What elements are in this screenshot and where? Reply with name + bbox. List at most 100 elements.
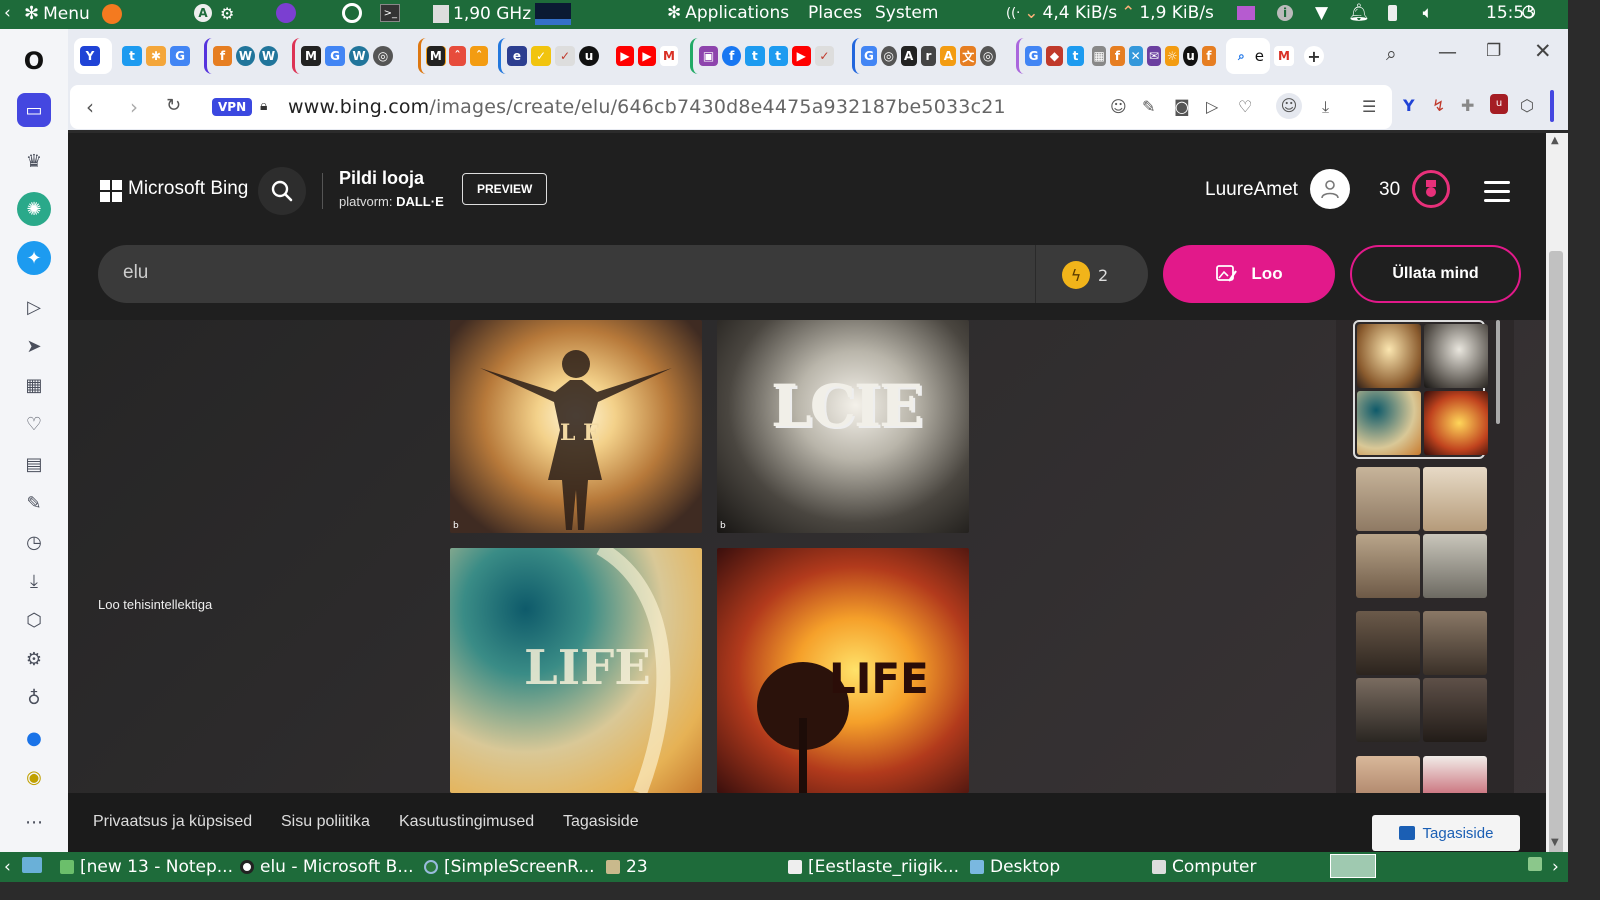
extension-cube-icon[interactable]: ⬡ bbox=[1520, 96, 1534, 115]
download-icon[interactable]: ⤓ bbox=[1322, 97, 1329, 117]
page-scrollbar[interactable]: ▲ ▼ bbox=[1546, 133, 1568, 871]
taskbar-item-recorder[interactable]: [SimpleScreenR... bbox=[424, 857, 595, 877]
network-applet[interactable]: ((· ⌄ 4,4 KiB/s ⌃ 1,9 KiB/s bbox=[1006, 3, 1214, 23]
extension-translate-icon[interactable]: ↯ bbox=[1432, 96, 1445, 115]
hamburger-menu-icon[interactable] bbox=[1484, 181, 1510, 208]
close-icon[interactable]: ✕ bbox=[1534, 39, 1552, 63]
create-button[interactable]: Loo bbox=[1163, 245, 1335, 303]
taskbar-item-desktop[interactable]: Desktop bbox=[970, 857, 1060, 877]
panel-launchers[interactable]: A ⚙ >_ bbox=[194, 3, 401, 23]
scroll-down-icon[interactable]: ▼ bbox=[1551, 837, 1559, 848]
header-search-button[interactable] bbox=[258, 167, 306, 215]
downloads-icon[interactable]: ⤓ bbox=[17, 564, 51, 598]
url-text[interactable]: www.bing.com/images/create/elu/646cb7430… bbox=[288, 96, 1006, 118]
tab-group-12[interactable]: ▦ f ✕ ✉ ☼ u f bbox=[1086, 38, 1222, 74]
snapshot-edit-icon[interactable]: ✎ bbox=[1142, 97, 1155, 116]
heart-icon[interactable]: ♡ bbox=[17, 407, 51, 441]
panel-left-arrow[interactable]: ‹ bbox=[4, 3, 11, 23]
lock-icon[interactable]: 🔒︎ bbox=[260, 98, 267, 114]
tab-group-9[interactable]: ▣ f t t ▶ ✓ bbox=[690, 38, 840, 74]
taskbar-item-computer[interactable]: Computer bbox=[1152, 857, 1257, 877]
tab-group-3[interactable]: f W W bbox=[204, 38, 284, 74]
taskbar-right-arrow[interactable]: › bbox=[1552, 857, 1559, 877]
wallet-icon[interactable]: ◉ bbox=[17, 760, 51, 794]
chat-bubble-icon[interactable]: ● bbox=[17, 721, 51, 755]
apps-grid-icon[interactable]: ▦ bbox=[17, 368, 51, 402]
prompt-input-box[interactable]: elu ϟ 2 bbox=[98, 245, 1148, 303]
generated-image-3[interactable]: LIFE bbox=[450, 548, 702, 793]
opera-logo-icon[interactable]: O bbox=[17, 44, 51, 78]
bookmark-heart-icon[interactable]: ♡ bbox=[1238, 97, 1252, 116]
brand-name[interactable]: Microsoft Bing bbox=[128, 178, 248, 200]
taskbar-item-browser[interactable]: elu - Microsoft B... bbox=[240, 857, 414, 877]
send-icon[interactable]: ➤ bbox=[17, 329, 51, 363]
profile-icon[interactable]: ☺ bbox=[1276, 93, 1302, 119]
terms-link[interactable]: Kasutustingimused bbox=[399, 813, 534, 831]
reader-icon[interactable]: ▭ bbox=[17, 93, 51, 127]
minimize-icon[interactable]: — bbox=[1438, 41, 1457, 63]
generated-image-4[interactable]: LIFE bbox=[717, 548, 969, 793]
system-menu[interactable]: System bbox=[875, 3, 938, 23]
feedback-link[interactable]: Tagasiside bbox=[563, 813, 639, 831]
rewards-medal-icon[interactable] bbox=[1412, 170, 1450, 208]
send-icon[interactable]: ▷ bbox=[1206, 97, 1218, 116]
prompt-input[interactable]: elu bbox=[123, 262, 148, 284]
cpu-freq-applet[interactable]: 1,90 GHz bbox=[433, 3, 572, 25]
taskbar-item-notepad[interactable]: [new 13 - Notep... bbox=[60, 857, 233, 877]
show-desktop-button[interactable] bbox=[22, 857, 42, 873]
tab-group-11[interactable]: G ◆ t bbox=[1016, 38, 1090, 74]
chatgpt-icon[interactable]: ✺ bbox=[17, 192, 51, 226]
back-icon[interactable]: ‹ bbox=[86, 95, 94, 119]
twitter-icon[interactable]: ✦ bbox=[17, 241, 51, 275]
username[interactable]: LuureAmet bbox=[1205, 179, 1298, 201]
tab-group-10[interactable]: G ◎ A r A 文 ◎ bbox=[852, 38, 1002, 74]
taskbar-item-document[interactable]: [Eestlaste_riigik... bbox=[788, 857, 959, 877]
privacy-link[interactable]: Privaatsus ja küpsised bbox=[93, 813, 252, 831]
feedback-button[interactable]: Tagasiside bbox=[1372, 815, 1520, 851]
tab-group-1[interactable]: Y bbox=[74, 38, 112, 74]
taskbar-left-arrow[interactable]: ‹ bbox=[4, 857, 11, 877]
extension-y-icon[interactable]: Y bbox=[1403, 96, 1415, 115]
extensions-cube-icon[interactable]: ⬡ bbox=[17, 603, 51, 637]
camera-icon[interactable]: ◙ bbox=[1174, 97, 1190, 116]
applications-menu[interactable]: ✻ Applications bbox=[667, 3, 789, 23]
ublock-icon[interactable]: u bbox=[1490, 94, 1508, 114]
microsoft-logo-icon[interactable] bbox=[100, 180, 122, 202]
content-policy-link[interactable]: Sisu poliitika bbox=[281, 813, 370, 831]
new-tab-button[interactable]: + bbox=[1298, 38, 1334, 74]
scroll-up-icon[interactable]: ▲ bbox=[1551, 135, 1559, 146]
emoji-icon[interactable]: ☺ bbox=[1110, 97, 1127, 116]
more-dots-icon[interactable]: ⋯ bbox=[17, 805, 51, 839]
tab-group-6[interactable]: M ˆ ˆ bbox=[418, 38, 494, 74]
history-item-selected[interactable] bbox=[1353, 320, 1488, 459]
extension-puzzle-icon[interactable]: ✚ bbox=[1461, 96, 1474, 115]
news-icon[interactable]: ▤ bbox=[17, 447, 51, 481]
vpn-badge[interactable]: VPN bbox=[212, 98, 253, 116]
taskbar-item-folder[interactable]: 23 bbox=[606, 857, 648, 877]
player-icon[interactable]: ▷ bbox=[17, 290, 51, 324]
trash-icon[interactable] bbox=[1528, 857, 1542, 871]
avatar[interactable] bbox=[1310, 169, 1350, 209]
power-button[interactable]: ⏻ bbox=[1522, 3, 1535, 23]
history-item[interactable] bbox=[1356, 467, 1488, 598]
url-field[interactable]: ‹ › ↻ VPN 🔒︎ www.bing.com/images/create/… bbox=[70, 85, 1392, 129]
tab-group-7[interactable]: e ✓ ✓ u bbox=[498, 38, 628, 74]
tray-icons[interactable]: i ▼ 🔔︎ 🔈︎ bbox=[1237, 3, 1433, 23]
history-scrollbar[interactable] bbox=[1496, 320, 1500, 424]
reload-icon[interactable]: ↻ bbox=[166, 95, 181, 116]
restore-icon[interactable]: ❐ bbox=[1486, 41, 1501, 61]
generated-image-2[interactable]: LCIE b bbox=[717, 320, 969, 533]
lightbulb-icon[interactable]: ♁ bbox=[17, 681, 51, 715]
sidebar-toggle-icon[interactable] bbox=[1550, 90, 1554, 122]
history-item[interactable] bbox=[1356, 611, 1488, 742]
history-clock-icon[interactable]: ◷ bbox=[17, 525, 51, 559]
tab-search-icon[interactable]: ⌕ bbox=[1386, 43, 1397, 65]
tab-group-4[interactable]: M G W ◎ bbox=[292, 38, 412, 74]
generated-image-1[interactable]: L E b bbox=[450, 320, 702, 533]
forward-icon[interactable]: › bbox=[130, 95, 138, 119]
surprise-me-button[interactable]: Üllata mind bbox=[1350, 245, 1521, 303]
active-tab[interactable]: ⌕ e bbox=[1226, 38, 1270, 74]
settings-gear-icon[interactable]: ⚙ bbox=[17, 642, 51, 676]
rewards-points[interactable]: 30 bbox=[1379, 179, 1400, 201]
edit-icon[interactable]: ✎ bbox=[17, 486, 51, 520]
